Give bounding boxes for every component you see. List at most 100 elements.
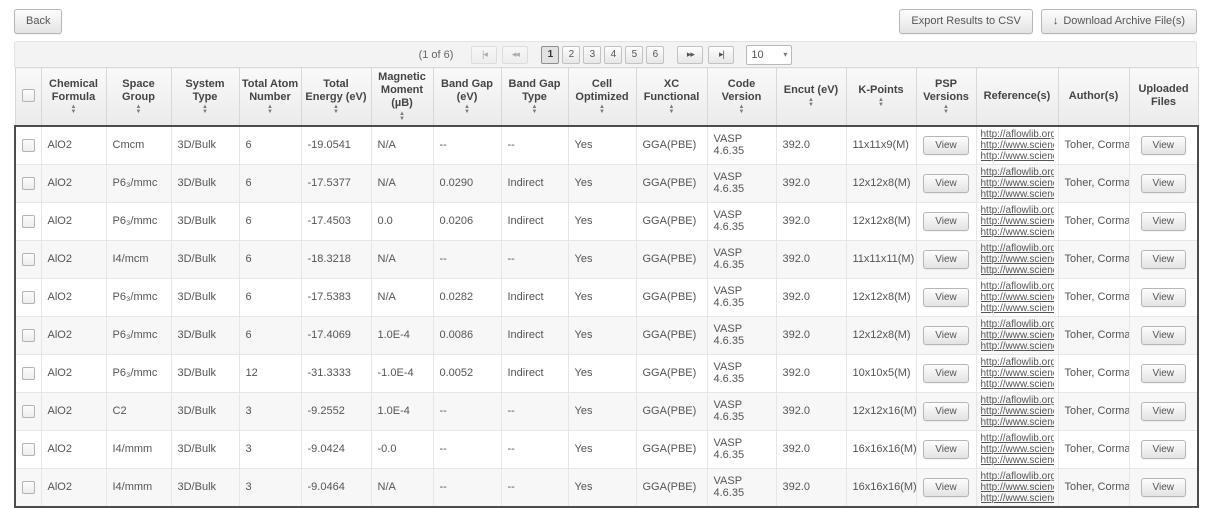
reference-link[interactable]: http://aflowlib.org xyxy=(981,357,1054,368)
next-page-button[interactable]: ▸▸ xyxy=(677,46,703,64)
reference-link[interactable]: http://aflowlib.org xyxy=(981,319,1054,330)
reference-link[interactable]: http://www.science xyxy=(981,379,1054,390)
psp-view-button[interactable]: View xyxy=(923,364,969,383)
row-select-checkbox[interactable] xyxy=(22,177,35,190)
reference-link[interactable]: http://www.science xyxy=(981,455,1054,466)
reference-link[interactable]: http://www.science xyxy=(981,254,1054,265)
uploaded-files-view-button[interactable]: View xyxy=(1141,250,1187,269)
reference-link[interactable]: http://www.science xyxy=(981,482,1054,493)
page-button-1[interactable]: 1 xyxy=(541,46,559,64)
page-button-3[interactable]: 3 xyxy=(583,46,601,64)
prev-page-button[interactable]: ◂◂ xyxy=(502,46,528,64)
column-header-system-type[interactable]: System Type▲▼ xyxy=(171,68,239,126)
row-select-checkbox[interactable] xyxy=(22,291,35,304)
first-page-button[interactable]: |◂ xyxy=(471,46,497,64)
export-csv-button[interactable]: Export Results to CSV xyxy=(899,9,1032,34)
reference-link[interactable]: http://www.science xyxy=(981,330,1054,341)
reference-link[interactable]: http://aflowlib.org xyxy=(981,281,1054,292)
row-select-checkbox[interactable] xyxy=(22,329,35,342)
uploaded-files-view-button[interactable]: View xyxy=(1141,288,1187,307)
column-header-k-points[interactable]: K-Points▲▼ xyxy=(846,68,916,126)
reference-link[interactable]: http://www.science xyxy=(981,189,1054,200)
sort-icon[interactable]: ▲▼ xyxy=(333,105,339,115)
column-header-magnetic-moment[interactable]: Magnetic Moment (µB)▲▼ xyxy=(371,68,433,126)
reference-link[interactable]: http://aflowlib.org xyxy=(981,129,1054,140)
reference-link[interactable]: http://www.science xyxy=(981,140,1054,151)
uploaded-files-view-button[interactable]: View xyxy=(1141,402,1187,421)
page-button-5[interactable]: 5 xyxy=(625,46,643,64)
page-button-2[interactable]: 2 xyxy=(562,46,580,64)
reference-link[interactable]: http://www.science xyxy=(981,216,1054,227)
reference-link[interactable]: http://www.science xyxy=(981,292,1054,303)
psp-view-button[interactable]: View xyxy=(923,288,969,307)
reference-link[interactable]: http://aflowlib.org xyxy=(981,433,1054,444)
sort-icon[interactable]: ▲▼ xyxy=(202,105,208,115)
rows-per-page-select[interactable]: 10 ▾ xyxy=(746,45,792,65)
reference-link[interactable]: http://www.science xyxy=(981,341,1054,352)
page-button-6[interactable]: 6 xyxy=(646,46,664,64)
column-header-total-energy[interactable]: Total Energy (eV)▲▼ xyxy=(301,68,371,126)
sort-icon[interactable]: ▲▼ xyxy=(136,105,142,115)
last-page-button[interactable]: ▸| xyxy=(708,46,734,64)
sort-icon[interactable]: ▲▼ xyxy=(808,98,814,108)
reference-link[interactable]: http://www.science xyxy=(981,493,1054,504)
sort-icon[interactable]: ▲▼ xyxy=(739,105,745,115)
psp-view-button[interactable]: View xyxy=(923,440,969,459)
reference-link[interactable]: http://www.science xyxy=(981,227,1054,238)
reference-link[interactable]: http://www.science xyxy=(981,444,1054,455)
psp-view-button[interactable]: View xyxy=(923,402,969,421)
psp-view-button[interactable]: View xyxy=(923,326,969,345)
row-select-checkbox[interactable] xyxy=(22,405,35,418)
column-header-total-atom-number[interactable]: Total Atom Number▲▼ xyxy=(239,68,301,126)
uploaded-files-view-button[interactable]: View xyxy=(1141,364,1187,383)
sort-icon[interactable]: ▲▼ xyxy=(464,105,470,115)
uploaded-files-view-button[interactable]: View xyxy=(1141,136,1187,155)
uploaded-files-view-button[interactable]: View xyxy=(1141,440,1187,459)
column-header-band-gap-type[interactable]: Band Gap Type▲▼ xyxy=(501,68,568,126)
psp-view-button[interactable]: View xyxy=(923,212,969,231)
reference-link[interactable]: http://aflowlib.org xyxy=(981,167,1054,178)
row-select-checkbox[interactable] xyxy=(22,215,35,228)
column-header-space-group[interactable]: Space Group▲▼ xyxy=(106,68,171,126)
reference-link[interactable]: http://aflowlib.org xyxy=(981,395,1054,406)
back-button[interactable]: Back xyxy=(14,9,62,34)
reference-link[interactable]: http://www.science xyxy=(981,151,1054,162)
row-select-checkbox[interactable] xyxy=(22,139,35,152)
reference-link[interactable]: http://www.science xyxy=(981,265,1054,276)
reference-link[interactable]: http://www.science xyxy=(981,178,1054,189)
column-header-encut[interactable]: Encut (eV)▲▼ xyxy=(776,68,846,126)
sort-icon[interactable]: ▲▼ xyxy=(878,98,884,108)
row-select-checkbox[interactable] xyxy=(22,367,35,380)
reference-link[interactable]: http://www.science xyxy=(981,368,1054,379)
reference-link[interactable]: http://www.science xyxy=(981,303,1054,314)
sort-icon[interactable]: ▲▼ xyxy=(267,105,273,115)
row-select-checkbox[interactable] xyxy=(22,481,35,494)
download-archive-button[interactable]: ↓ Download Archive File(s) xyxy=(1041,9,1197,34)
column-header-code-version[interactable]: Code Version▲▼ xyxy=(707,68,776,126)
page-button-4[interactable]: 4 xyxy=(604,46,622,64)
sort-icon[interactable]: ▲▼ xyxy=(599,105,605,115)
sort-icon[interactable]: ▲▼ xyxy=(532,105,538,115)
column-header-xc-functional[interactable]: XC Functional▲▼ xyxy=(636,68,707,126)
sort-icon[interactable]: ▲▼ xyxy=(943,105,949,115)
reference-link[interactable]: http://aflowlib.org xyxy=(981,471,1054,482)
psp-view-button[interactable]: View xyxy=(923,136,969,155)
psp-view-button[interactable]: View xyxy=(923,478,969,497)
column-header-chemical-formula[interactable]: Chemical Formula▲▼ xyxy=(41,68,106,126)
sort-icon[interactable]: ▲▼ xyxy=(71,105,77,115)
reference-link[interactable]: http://aflowlib.org xyxy=(981,205,1054,216)
column-header-band-gap[interactable]: Band Gap (eV)▲▼ xyxy=(433,68,501,126)
row-select-checkbox[interactable] xyxy=(22,253,35,266)
psp-view-button[interactable]: View xyxy=(923,174,969,193)
reference-link[interactable]: http://www.science xyxy=(981,406,1054,417)
uploaded-files-view-button[interactable]: View xyxy=(1141,326,1187,345)
uploaded-files-view-button[interactable]: View xyxy=(1141,174,1187,193)
column-header-cell-optimized[interactable]: Cell Optimized▲▼ xyxy=(568,68,636,126)
sort-icon[interactable]: ▲▼ xyxy=(399,112,405,122)
column-header-psp-versions[interactable]: PSP Versions▲▼ xyxy=(916,68,976,126)
sort-icon[interactable]: ▲▼ xyxy=(669,105,675,115)
psp-view-button[interactable]: View xyxy=(923,250,969,269)
select-all-checkbox[interactable] xyxy=(22,89,35,102)
uploaded-files-view-button[interactable]: View xyxy=(1141,212,1187,231)
reference-link[interactable]: http://aflowlib.org xyxy=(981,243,1054,254)
